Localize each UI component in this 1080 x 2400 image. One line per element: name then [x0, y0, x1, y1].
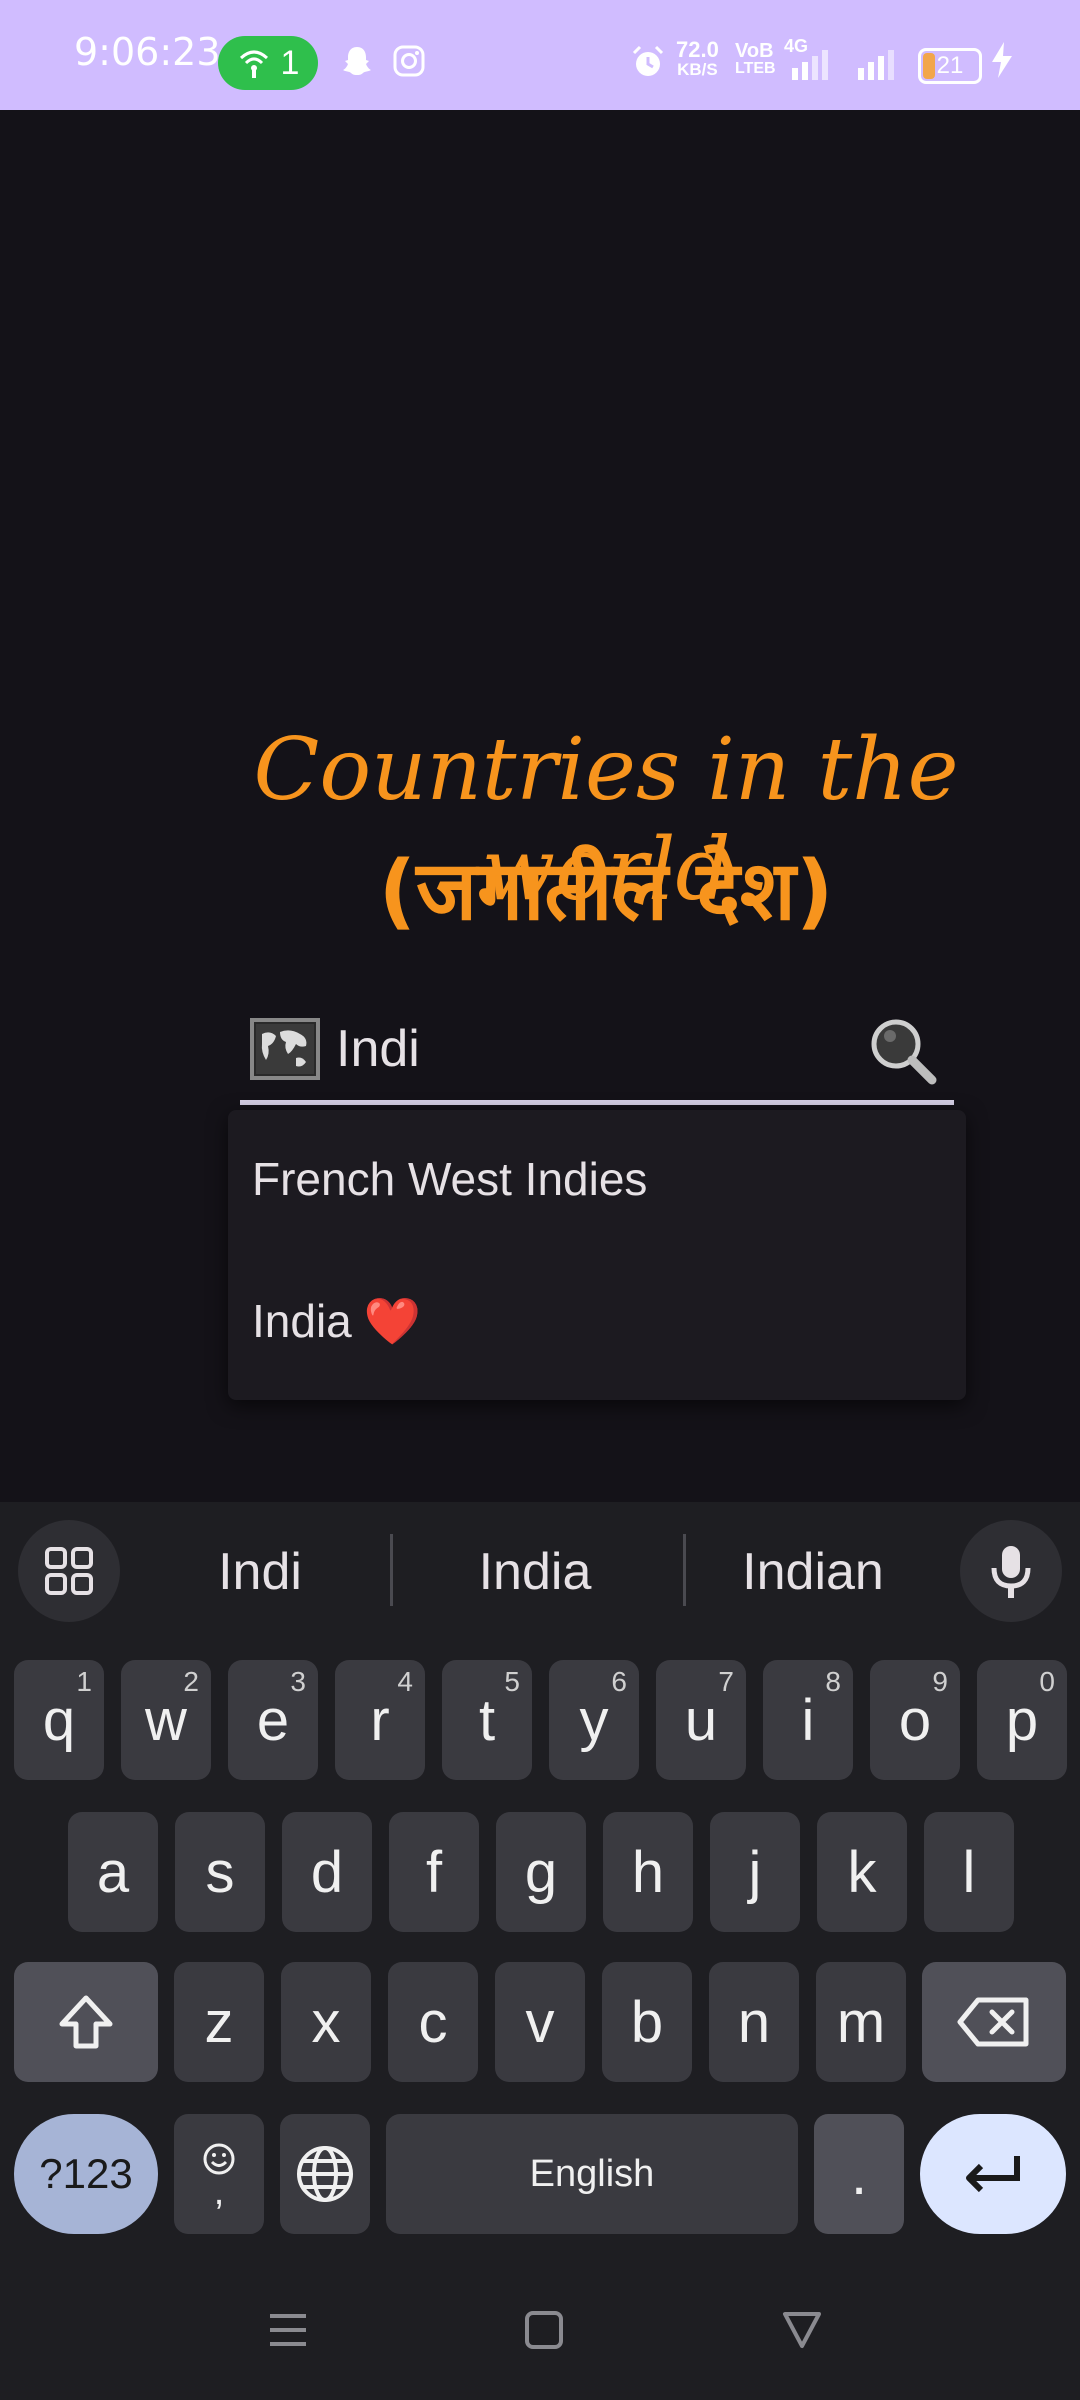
suggestion-divider	[683, 1534, 686, 1606]
key-z[interactable]: z	[174, 1962, 264, 2082]
enter-key[interactable]	[920, 2114, 1066, 2234]
backspace-icon	[957, 1997, 1029, 2047]
volte-indicator: VoB LTEB	[735, 40, 776, 77]
suggestion-divider	[390, 1534, 393, 1606]
word-suggestion[interactable]: India	[420, 1542, 650, 1602]
hotspot-count: 1	[280, 43, 300, 82]
status-bar: 9:06:23 1 72.0 KB/S VoB LTEB 4G 21	[0, 0, 1080, 110]
snapchat-icon	[343, 47, 371, 75]
back-icon[interactable]	[782, 2310, 822, 2350]
net-speed: 72.0 KB/S	[676, 37, 719, 80]
battery-icon: 21	[918, 48, 982, 84]
space-key[interactable]: English	[386, 2114, 798, 2234]
key-a[interactable]: a	[68, 1812, 158, 1932]
globe-icon	[297, 2146, 353, 2202]
menu-icon[interactable]	[268, 2310, 308, 2350]
key-v[interactable]: v	[495, 1962, 585, 2082]
alarm-icon	[632, 45, 664, 76]
key-n[interactable]: n	[709, 1962, 799, 2082]
heart-icon: ❤️	[363, 1295, 422, 1347]
key-i[interactable]: i8	[763, 1660, 853, 1780]
key-j[interactable]: j	[710, 1812, 800, 1932]
key-l[interactable]: l	[924, 1812, 1014, 1932]
navigation-bar	[0, 2258, 1080, 2400]
signal-icon	[792, 50, 828, 80]
key-h[interactable]: h	[603, 1812, 693, 1932]
battery-level: 21	[936, 52, 964, 79]
suggestion-item[interactable]: India ❤️	[252, 1294, 421, 1349]
key-k[interactable]: k	[817, 1812, 907, 1932]
language-key[interactable]	[280, 2114, 370, 2234]
period-key[interactable]: .	[814, 2114, 904, 2234]
key-x[interactable]: x	[281, 1962, 371, 2082]
key-f[interactable]: f	[389, 1812, 479, 1932]
key-w[interactable]: w2	[121, 1660, 211, 1780]
key-p[interactable]: p0	[977, 1660, 1067, 1780]
hotspot-indicator: 1	[218, 36, 318, 90]
key-s[interactable]: s	[175, 1812, 265, 1932]
hotspot-icon	[239, 50, 268, 78]
key-e[interactable]: e3	[228, 1660, 318, 1780]
key-r[interactable]: r4	[335, 1660, 425, 1780]
backspace-key[interactable]	[922, 1962, 1066, 2082]
key-t[interactable]: t5	[442, 1660, 532, 1780]
key-d[interactable]: d	[282, 1812, 372, 1932]
shift-icon	[59, 1995, 113, 2049]
search-input[interactable]	[336, 1014, 836, 1084]
apps-grid-icon[interactable]	[18, 1520, 120, 1622]
key-y[interactable]: y6	[549, 1660, 639, 1780]
home-icon[interactable]	[524, 2310, 564, 2350]
word-suggestion[interactable]: Indian	[698, 1542, 928, 1602]
key-m[interactable]: m	[816, 1962, 906, 2082]
page-subtitle: (जगातील देश)	[378, 844, 834, 939]
key-c[interactable]: c	[388, 1962, 478, 2082]
world-map-icon	[250, 1018, 320, 1080]
microphone-icon[interactable]	[960, 1520, 1062, 1622]
signal-icon	[858, 50, 894, 80]
key-b[interactable]: b	[602, 1962, 692, 2082]
word-suggestion[interactable]: Indi	[145, 1542, 375, 1602]
enter-icon	[966, 2156, 1020, 2193]
symbols-key[interactable]: ?123	[14, 2114, 158, 2234]
emoji-comma-key[interactable]: ,	[174, 2114, 264, 2234]
shift-key[interactable]	[14, 1962, 158, 2082]
search-icon[interactable]	[866, 1014, 940, 1088]
key-q[interactable]: q1	[14, 1660, 104, 1780]
app-screen: Countries in the world (जगातील देश) Fren…	[0, 110, 1080, 1502]
status-time: 9:06:23	[74, 30, 221, 74]
key-o[interactable]: o9	[870, 1660, 960, 1780]
suggestion-dropdown: French West Indies India ❤️	[228, 1110, 966, 1400]
country-search-bar[interactable]	[240, 1000, 954, 1105]
suggestion-item[interactable]: French West Indies	[252, 1152, 647, 1206]
charging-icon	[992, 42, 1012, 78]
key-u[interactable]: u7	[656, 1660, 746, 1780]
key-g[interactable]: g	[496, 1812, 586, 1932]
suggestion-strip: Indi India Indian	[0, 1502, 1080, 1642]
instagram-icon	[393, 45, 425, 77]
